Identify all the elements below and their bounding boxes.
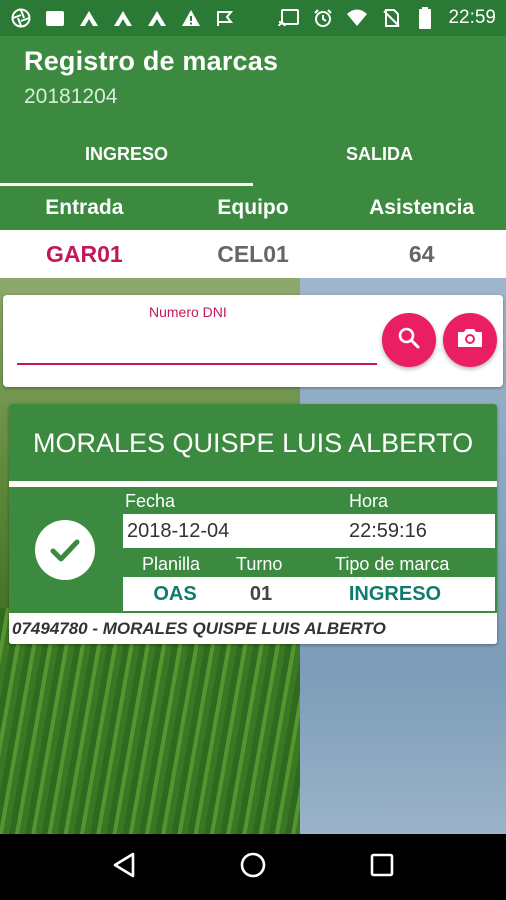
result-footer: 07494780 - MORALES QUISPE LUIS ALBERTO xyxy=(9,613,497,644)
dni-search-card: Numero DNI xyxy=(3,295,503,387)
entrada-value: GAR01 xyxy=(45,240,123,267)
camera-icon xyxy=(456,326,484,355)
employee-name: MORALES QUISPE LUIS ALBERTO xyxy=(33,428,474,458)
result-detail: Fecha Hora 2018-12-04 22:59:16 Planilla … xyxy=(9,487,497,613)
attendance-result-card: MORALES QUISPE LUIS ALBERTO Fecha Hora 2… xyxy=(9,404,497,644)
equipo-header: Equipo xyxy=(217,196,289,219)
system-nav-bar xyxy=(0,834,506,900)
page-title: Registro de marcas xyxy=(24,46,279,76)
hora-value: 22:59:16 xyxy=(349,519,427,542)
battery-icon xyxy=(414,7,436,29)
status-system-icons: 22:59 xyxy=(278,7,496,29)
entrada-header: Entrada xyxy=(45,196,124,219)
camera-button[interactable] xyxy=(443,313,497,367)
tipo-marca-value: INGRESO xyxy=(348,582,442,605)
no-sim-icon xyxy=(380,7,402,29)
fecha-hora-values: 2018-12-04 22:59:16 xyxy=(123,514,495,548)
status-check xyxy=(9,487,121,613)
page-subtitle: 20181204 xyxy=(24,85,118,108)
hora-label: Hora xyxy=(349,491,389,511)
tab-ingreso[interactable]: INGRESO xyxy=(0,122,253,186)
check-flag-icon xyxy=(214,7,236,29)
fecha-label: Fecha xyxy=(125,491,176,511)
dni-field-label: Numero DNI xyxy=(149,304,227,320)
tipo-marca-label: Tipo de marca xyxy=(335,554,450,574)
status-bar: 22:59 xyxy=(0,0,506,36)
home-icon xyxy=(239,851,267,884)
info-header-row: Entrada Equipo Asistencia xyxy=(0,186,506,230)
planilla-turno-values: OAS 01 INGRESO xyxy=(123,577,495,611)
turno-label: Turno xyxy=(236,554,283,574)
asistencia-header: Asistencia xyxy=(369,196,475,219)
turno-value: 01 xyxy=(249,582,273,605)
square-icon xyxy=(44,7,66,29)
dni-input[interactable] xyxy=(17,325,377,365)
search-icon xyxy=(396,325,422,356)
equipo-value: CEL01 xyxy=(217,240,289,267)
recents-button[interactable] xyxy=(362,847,402,887)
check-icon xyxy=(35,520,95,580)
tab-salida[interactable]: SALIDA xyxy=(253,122,506,186)
recents-icon xyxy=(369,852,395,883)
app-a-icon xyxy=(78,7,100,29)
result-name-header: MORALES QUISPE LUIS ALBERTO xyxy=(9,404,497,484)
app-bar: Registro de marcas 20181204 INGRESO SALI… xyxy=(0,36,506,186)
back-icon xyxy=(111,851,137,884)
back-button[interactable] xyxy=(104,847,144,887)
app-a-icon xyxy=(146,7,168,29)
planilla-label: Planilla xyxy=(142,554,201,574)
warning-icon xyxy=(180,7,202,29)
tab-bar: INGRESO SALIDA xyxy=(0,122,506,186)
cast-icon xyxy=(278,7,300,29)
fecha-value: 2018-12-04 xyxy=(127,519,230,542)
alarm-icon xyxy=(312,7,334,29)
status-notification-icons xyxy=(10,7,236,29)
search-button[interactable] xyxy=(382,313,436,367)
wifi-icon xyxy=(346,7,368,29)
status-time: 22:59 xyxy=(448,7,496,28)
planilla-value: OAS xyxy=(153,582,197,605)
asistencia-value: 64 xyxy=(408,240,435,267)
info-values-row: GAR01 CEL01 64 xyxy=(0,230,506,278)
home-button[interactable] xyxy=(233,847,273,887)
app-a-icon xyxy=(112,7,134,29)
aperture-icon xyxy=(10,7,32,29)
